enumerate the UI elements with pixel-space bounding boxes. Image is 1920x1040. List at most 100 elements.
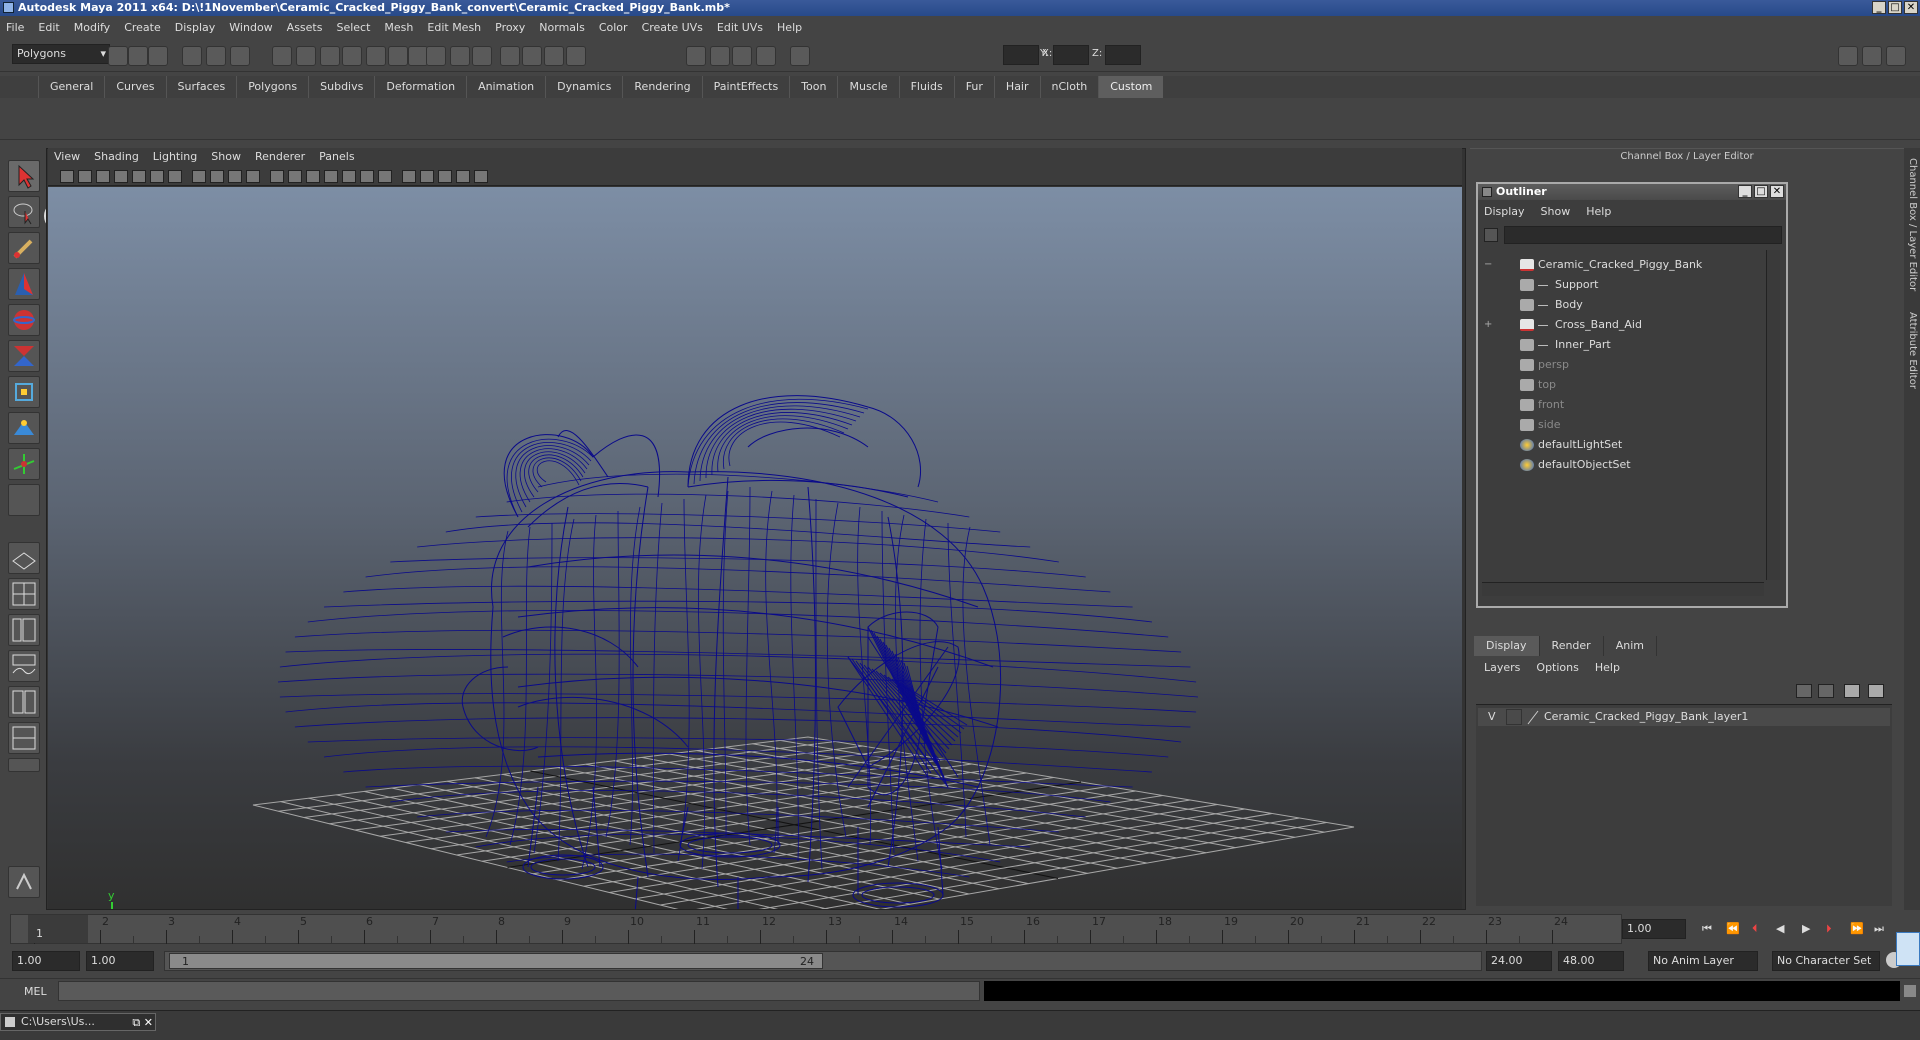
- outliner-menu-display[interactable]: Display: [1484, 202, 1525, 222]
- resolution-gate-icon[interactable]: [168, 170, 182, 183]
- open-scene-icon[interactable]: [128, 46, 148, 66]
- step-forward-key-icon[interactable]: ⏵: [1826, 922, 1832, 936]
- soft-modification-icon[interactable]: [8, 412, 40, 444]
- viewport-menu-view[interactable]: View: [54, 148, 80, 166]
- outliner-minimize-button[interactable]: _: [1738, 185, 1752, 198]
- universal-manipulator-icon[interactable]: [8, 376, 40, 408]
- command-language-label[interactable]: MEL: [24, 985, 47, 998]
- render-globals-icon[interactable]: [756, 46, 776, 66]
- menu-select[interactable]: Select: [336, 21, 370, 34]
- go-to-end-icon[interactable]: ⏭: [1874, 922, 1884, 936]
- menu-proxy[interactable]: Proxy: [495, 21, 525, 34]
- outliner-item[interactable]: Body: [1480, 296, 1760, 314]
- menu-file[interactable]: File: [6, 21, 24, 34]
- current-time-field[interactable]: 1.00: [1622, 919, 1686, 939]
- four-view-layout-icon[interactable]: [8, 578, 40, 610]
- outliner-item[interactable]: defaultLightSet: [1480, 436, 1760, 454]
- shelf-tab-deformation[interactable]: Deformation: [374, 76, 466, 98]
- layer-tab-render[interactable]: Render: [1540, 636, 1604, 656]
- isolate-select-icon[interactable]: [402, 170, 416, 183]
- outliner-menu-help[interactable]: Help: [1586, 202, 1611, 222]
- outliner-vertical-scrollbar[interactable]: [1766, 250, 1780, 580]
- viewport-menu-show[interactable]: Show: [211, 148, 241, 166]
- four-pane-icon[interactable]: [456, 170, 470, 183]
- shelf-tab-curves[interactable]: Curves: [104, 76, 165, 98]
- menu-assets[interactable]: Assets: [287, 21, 323, 34]
- snap-point-icon[interactable]: [320, 46, 340, 66]
- menu-color[interactable]: Color: [599, 21, 628, 34]
- scale-tool-icon[interactable]: [8, 340, 40, 372]
- menu-help[interactable]: Help: [777, 21, 802, 34]
- x-input[interactable]: [1003, 45, 1039, 65]
- outliner-horizontal-scrollbar[interactable]: [1482, 582, 1764, 596]
- collapse-icon[interactable]: −: [1484, 256, 1494, 270]
- outliner-item[interactable]: defaultObjectSet: [1480, 456, 1760, 474]
- layer-row[interactable]: V Ceramic_Cracked_Piggy_Bank_layer1: [1478, 708, 1890, 726]
- minimized-window-controls[interactable]: ⧉ ✕: [132, 1015, 153, 1031]
- shelf-tab-toon[interactable]: Toon: [789, 76, 837, 98]
- xray-joints-icon[interactable]: [420, 170, 434, 183]
- outliner-item[interactable]: front: [1480, 396, 1760, 414]
- render-icon[interactable]: [426, 46, 446, 66]
- menu-create-uvs[interactable]: Create UVs: [642, 21, 703, 34]
- command-input[interactable]: [58, 981, 980, 1001]
- shelf-tab-fluids[interactable]: Fluids: [898, 76, 954, 98]
- shelf-tab-polygons[interactable]: Polygons: [236, 76, 308, 98]
- select-tool-icon[interactable]: [8, 160, 40, 192]
- end-time-field[interactable]: 48.00: [1558, 951, 1624, 971]
- show-hypershade-icon[interactable]: [500, 46, 520, 66]
- teamviewer-icon[interactable]: [1896, 932, 1920, 966]
- outliner-item[interactable]: top: [1480, 376, 1760, 394]
- layer-menu-layers[interactable]: Layers: [1484, 658, 1520, 678]
- move-layer-up-icon[interactable]: [1796, 684, 1812, 698]
- menu-display[interactable]: Display: [175, 21, 216, 34]
- safe-action-icon[interactable]: [228, 170, 242, 183]
- image-plane-icon[interactable]: [114, 170, 128, 183]
- step-forward-frame-icon[interactable]: ⏩: [1850, 922, 1864, 935]
- shelf-tab-subdivs[interactable]: Subdivs: [308, 76, 374, 98]
- new-layer-from-selection-icon[interactable]: [1868, 684, 1884, 698]
- use-all-lights-icon[interactable]: [342, 170, 356, 183]
- outliner-item[interactable]: Support: [1480, 276, 1760, 294]
- outliner-filter-icon[interactable]: [1484, 228, 1498, 242]
- menu-edit-uvs[interactable]: Edit UVs: [717, 21, 763, 34]
- persp-graph-outliner-icon[interactable]: [8, 722, 40, 754]
- construction-history-icon[interactable]: [544, 46, 564, 66]
- ipr-icon[interactable]: [732, 46, 752, 66]
- input-ops-icon[interactable]: [522, 46, 542, 66]
- lock-icon[interactable]: [566, 46, 586, 66]
- bookmarks-icon[interactable]: [96, 170, 110, 183]
- start-time-field[interactable]: 1.00: [12, 951, 80, 971]
- film-gate-icon[interactable]: [150, 170, 164, 183]
- tool-settings-toggle-icon[interactable]: [1886, 46, 1906, 66]
- channel-box-toggle-icon[interactable]: [1838, 46, 1858, 66]
- smooth-shade-icon[interactable]: [288, 170, 302, 183]
- attribute-editor-toggle-icon[interactable]: [1862, 46, 1882, 66]
- outliner-item[interactable]: persp: [1480, 356, 1760, 374]
- menu-mesh[interactable]: Mesh: [384, 21, 413, 34]
- layer-tab-display[interactable]: Display: [1474, 636, 1540, 656]
- range-slider[interactable]: 1 24: [164, 951, 1482, 971]
- menu-modify[interactable]: Modify: [74, 21, 110, 34]
- render-settings-icon[interactable]: [472, 46, 492, 66]
- play-forwards-icon[interactable]: ▶: [1802, 922, 1810, 935]
- shelf-tab-general[interactable]: General: [38, 76, 104, 98]
- viewport-menu-lighting[interactable]: Lighting: [153, 148, 197, 166]
- input-line-icon[interactable]: [790, 46, 810, 66]
- show-render-icon[interactable]: [686, 46, 706, 66]
- snap-grid-icon[interactable]: [272, 46, 292, 66]
- menu-create[interactable]: Create: [124, 21, 161, 34]
- attribute-editor-side-tab[interactable]: Attribute Editor: [1905, 312, 1919, 389]
- outliner-menu-show[interactable]: Show: [1541, 202, 1571, 222]
- outliner-item[interactable]: + Cross_Band_Aid: [1480, 316, 1760, 334]
- menu-set-dropdown[interactable]: Polygons ▾: [12, 44, 110, 64]
- lasso-tool-icon[interactable]: [8, 196, 40, 228]
- paint-select-tool-icon[interactable]: [8, 232, 40, 264]
- render-view-icon[interactable]: [408, 46, 428, 66]
- move-layer-down-icon[interactable]: [1818, 684, 1834, 698]
- camera-attributes-icon[interactable]: [78, 170, 92, 183]
- render-current-icon[interactable]: [710, 46, 730, 66]
- persp-outliner-layout-icon[interactable]: [8, 614, 40, 646]
- single-perspective-layout-icon[interactable]: [8, 542, 40, 574]
- viewport-menu-shading[interactable]: Shading: [94, 148, 139, 166]
